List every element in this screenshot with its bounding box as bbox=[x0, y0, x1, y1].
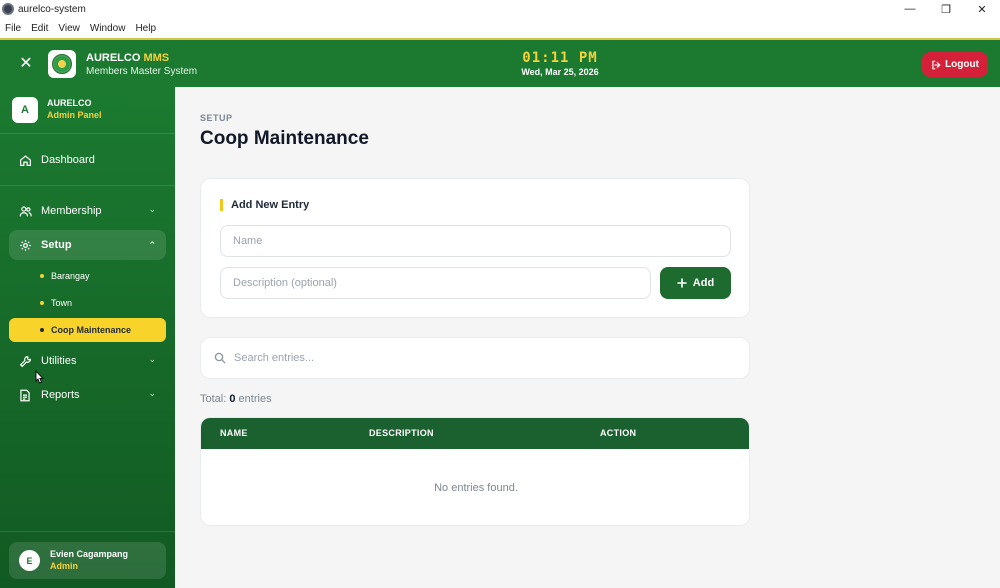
clock-time: 01:11 PM bbox=[522, 50, 598, 66]
close-window-icon[interactable]: ✕ bbox=[964, 0, 1000, 18]
menu-view[interactable]: View bbox=[58, 23, 80, 34]
search-icon bbox=[214, 352, 226, 364]
bullet-icon bbox=[40, 301, 44, 305]
breadcrumb: SETUP bbox=[200, 113, 233, 123]
add-entry-title: Add New Entry bbox=[220, 199, 309, 211]
clock: 01:11 PM Wed, Mar 25, 2026 bbox=[460, 50, 660, 77]
sidebar-label-reports: Reports bbox=[41, 389, 80, 401]
user-role: Admin bbox=[50, 561, 78, 571]
divider bbox=[0, 531, 175, 532]
menu-file[interactable]: File bbox=[5, 23, 21, 34]
sidebar-label-membership: Membership bbox=[41, 205, 102, 217]
brand-title: AURELCO MMS bbox=[86, 52, 197, 64]
total-prefix: Total: bbox=[200, 393, 227, 405]
sidebar-subitem-coop-maintenance[interactable]: Coop Maintenance bbox=[9, 318, 166, 342]
brand-main: AURELCO bbox=[86, 52, 141, 64]
sidebar-label-setup: Setup bbox=[41, 239, 72, 251]
panel-name: Admin Panel bbox=[47, 110, 102, 120]
menubar: File Edit View Window Help bbox=[0, 18, 1000, 38]
search-bar[interactable]: Search entries... bbox=[200, 337, 750, 379]
sidebar-org: A AURELCO Admin Panel bbox=[0, 87, 175, 134]
chevron-down-icon: ⌄ bbox=[148, 388, 156, 398]
sidebar-subitem-town[interactable]: Town bbox=[9, 291, 166, 315]
window-title: aurelco-system bbox=[18, 3, 86, 15]
name-input[interactable]: Name bbox=[220, 225, 731, 257]
add-button-label: Add bbox=[692, 277, 715, 289]
brand-accent: MMS bbox=[143, 52, 170, 64]
sidebar-item-dashboard[interactable]: Dashboard bbox=[9, 145, 166, 175]
user-name: Evien Cagampang bbox=[50, 549, 129, 559]
home-icon bbox=[18, 153, 32, 167]
total-count: Total: 0 entries bbox=[200, 393, 272, 405]
column-header-description[interactable]: DESCRIPTION bbox=[369, 428, 434, 438]
bullet-icon bbox=[40, 274, 44, 278]
current-user[interactable]: E Evien Cagampang Admin bbox=[9, 542, 166, 579]
empty-state: No entries found. bbox=[434, 482, 518, 494]
chevron-down-icon: ⌄ bbox=[148, 204, 156, 214]
sidebar-subitem-barangay[interactable]: Barangay bbox=[9, 264, 166, 288]
chevron-down-icon: ⌄ bbox=[148, 354, 156, 364]
sidebar-sublabel-barangay: Barangay bbox=[51, 271, 90, 281]
table-header: NAME DESCRIPTION ACTION bbox=[201, 418, 749, 449]
bullet-icon bbox=[40, 328, 44, 332]
window-controls: — ❐ ✕ bbox=[892, 0, 1000, 18]
logout-icon bbox=[932, 60, 941, 69]
org-avatar: A bbox=[12, 97, 38, 123]
total-suffix: entries bbox=[238, 393, 272, 405]
sidebar-label-utilities: Utilities bbox=[41, 355, 77, 367]
brand: AURELCO MMS Members Master System bbox=[86, 52, 197, 77]
plus-icon bbox=[676, 278, 687, 288]
add-entry-card: Add New Entry Name Description (optional… bbox=[200, 178, 750, 318]
sidebar-item-membership[interactable]: Membership ⌄ bbox=[9, 196, 166, 226]
add-button[interactable]: Add bbox=[660, 267, 731, 299]
page-title: Coop Maintenance bbox=[200, 128, 369, 149]
menu-help[interactable]: Help bbox=[135, 23, 156, 34]
logout-button[interactable]: Logout bbox=[922, 52, 988, 77]
search-input[interactable]: Search entries... bbox=[234, 352, 314, 364]
app-icon bbox=[2, 3, 14, 15]
brand-subtitle: Members Master System bbox=[86, 66, 198, 77]
document-icon bbox=[18, 388, 32, 402]
mouse-cursor-icon bbox=[35, 370, 45, 384]
logo-seal-icon bbox=[52, 54, 72, 74]
column-header-action: ACTION bbox=[600, 428, 637, 438]
app-header: ✕ AURELCO MMS Members Master System 01:1… bbox=[0, 38, 1000, 87]
column-header-name[interactable]: NAME bbox=[220, 428, 248, 438]
logo bbox=[48, 50, 76, 78]
menu-window[interactable]: Window bbox=[90, 23, 126, 34]
os-titlebar: aurelco-system — ❐ ✕ bbox=[0, 0, 1000, 18]
menu-edit[interactable]: Edit bbox=[31, 23, 48, 34]
description-input[interactable]: Description (optional) bbox=[220, 267, 651, 299]
close-sidebar-icon[interactable]: ✕ bbox=[14, 50, 38, 76]
clock-date: Wed, Mar 25, 2026 bbox=[521, 67, 599, 77]
minimize-icon[interactable]: — bbox=[892, 0, 928, 18]
sidebar-label-dashboard: Dashboard bbox=[41, 154, 95, 166]
wrench-icon bbox=[18, 354, 32, 368]
chevron-up-icon: ⌃ bbox=[148, 240, 156, 250]
divider bbox=[0, 185, 175, 186]
restore-icon[interactable]: ❐ bbox=[928, 0, 964, 18]
gear-icon bbox=[18, 238, 32, 252]
logout-label: Logout bbox=[945, 59, 979, 70]
sidebar-sublabel-town: Town bbox=[51, 298, 73, 308]
org-name: AURELCO bbox=[47, 98, 92, 108]
sidebar: A AURELCO Admin Panel Dashboard Membersh… bbox=[0, 87, 175, 588]
users-icon bbox=[18, 204, 32, 218]
sidebar-sublabel-coop-maintenance: Coop Maintenance bbox=[51, 325, 132, 335]
entries-table: NAME DESCRIPTION ACTION No entries found… bbox=[200, 417, 750, 526]
sidebar-item-setup[interactable]: Setup ⌃ bbox=[9, 230, 166, 260]
total-number: 0 bbox=[229, 393, 236, 405]
avatar: E bbox=[19, 550, 40, 571]
